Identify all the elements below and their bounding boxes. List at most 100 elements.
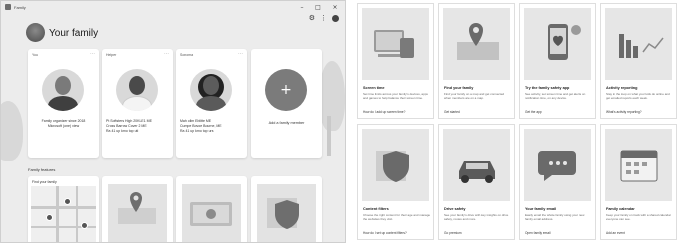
feature-image <box>257 184 316 242</box>
member-photo <box>190 69 232 111</box>
page-title: Your family <box>49 28 99 39</box>
tile-family-calendar[interactable]: Family calendar Keep your family on trac… <box>600 124 677 240</box>
tile-image <box>443 129 510 201</box>
member-detail: Microsoft (one) view <box>47 124 80 128</box>
tile-screen-time[interactable]: Screen time Set time limits across your … <box>357 3 434 119</box>
app-icon <box>5 4 11 10</box>
tile-link[interactable]: Go premium <box>444 231 512 235</box>
feature-card-find-family[interactable]: Find your family <box>28 176 99 242</box>
tile-title: Activity reporting <box>606 86 638 90</box>
account-icon[interactable] <box>332 14 339 22</box>
member-role: Helper <box>106 53 117 57</box>
feature-card-screen[interactable] <box>176 176 247 242</box>
tile-link[interactable]: What's activity reporting? <box>606 110 674 114</box>
toolbar: ⚙ ⋮ <box>309 14 339 22</box>
more-icon[interactable]: ⋯ <box>238 51 243 57</box>
family-avatar <box>26 23 45 42</box>
member-card-you[interactable]: You ⋯ Family organizer since 2018 Micros… <box>28 49 99 158</box>
map-pin-icon[interactable] <box>81 222 88 229</box>
feature-image <box>182 184 241 242</box>
tile-title: Screen time <box>363 86 385 90</box>
tile-image <box>524 129 591 201</box>
tile-title: Your family email <box>525 207 557 211</box>
feature-tiles-panel: Screen time Set time limits across your … <box>354 0 678 243</box>
member-role: Sonoma <box>180 53 194 57</box>
tile-description: Choose the right content for their age a… <box>363 213 431 221</box>
tile-image <box>443 8 510 80</box>
location-pin-icon <box>457 23 499 60</box>
tile-image <box>362 129 429 201</box>
member-line: Ra 41 up kmo top uti <box>106 129 139 133</box>
member-card-sonoma[interactable]: Sonoma ⋯ Mah ollm Eblitte ME Cumpe Bovoe… <box>176 49 247 158</box>
tile-title: Content filters <box>363 207 389 211</box>
tile-link[interactable]: How do I add up screen time? <box>363 110 431 114</box>
shield-icon <box>267 198 299 229</box>
tile-link[interactable]: Add an event <box>606 231 674 235</box>
location-pin-icon <box>118 192 156 224</box>
more-icon[interactable]: ⋮ <box>320 14 327 22</box>
add-member-card[interactable]: + Add a family member <box>251 49 322 158</box>
shield-icon <box>376 151 409 182</box>
member-photo <box>116 69 158 111</box>
map-image <box>31 186 96 242</box>
chat-bubble-icon <box>538 151 576 181</box>
more-icon[interactable]: ⋯ <box>164 51 169 57</box>
tile-description: Easily email the whole family using your… <box>525 213 585 221</box>
member-card-helper[interactable]: Helper ⋯ Pt Softsters High 20KLE1 ME Cro… <box>102 49 173 158</box>
add-member-label: Add a family member <box>268 121 305 125</box>
phone-heart-icon <box>548 24 581 60</box>
member-line: Ra 41 up kmo top urs <box>180 129 214 133</box>
tile-image <box>362 8 429 80</box>
tile-link[interactable]: Open family email <box>525 231 593 235</box>
tile-image <box>605 8 672 80</box>
member-photo <box>42 69 84 111</box>
tree-trunk-decoration <box>327 116 331 156</box>
member-info: Mah ollm Eblitte ME Cumpe Bovoe Bourne, … <box>180 119 243 134</box>
member-info: Pt Softsters High 20KLE1 ME Cross Barrow… <box>106 119 169 134</box>
window-title: Family <box>14 4 26 10</box>
settings-icon[interactable]: ⚙ <box>309 14 315 22</box>
tile-safety-app[interactable]: Try the family safety app See activity, … <box>519 3 596 119</box>
calendar-icon <box>620 150 658 182</box>
tile-family-email[interactable]: Your family email Easily email the whole… <box>519 124 596 240</box>
feature-card-filters[interactable] <box>251 176 322 242</box>
tree-decoration <box>319 61 345 131</box>
feature-label: Find your family <box>32 180 57 184</box>
tile-title: Find your family <box>444 86 474 90</box>
family-app-window: Family – □ × ⚙ ⋮ Your family You ⋯ Famil… <box>0 0 346 243</box>
tile-find-family[interactable]: Find your family Find your family on a m… <box>438 3 515 119</box>
tile-link[interactable]: How do I set up content filters? <box>363 231 431 235</box>
feature-card-location[interactable] <box>102 176 173 242</box>
tile-link[interactable]: Get started <box>444 110 512 114</box>
add-icon[interactable]: + <box>265 69 307 111</box>
tile-drive-safety[interactable]: Drive safety See your family's drive wit… <box>438 124 515 240</box>
map-pin-icon[interactable] <box>46 214 53 221</box>
map-pin-icon[interactable] <box>64 198 71 205</box>
tile-description: See activity, set screen time and get al… <box>525 92 586 100</box>
tree-decoration <box>1 101 23 161</box>
tile-description: Stay in the loop on what your kids do on… <box>606 92 670 100</box>
screen-time-icon <box>190 202 232 226</box>
tile-description: Set time limits across your family's dev… <box>363 92 428 100</box>
feature-image <box>108 184 167 242</box>
tile-description: Find your family on a map and get connec… <box>444 92 505 100</box>
devices-icon <box>374 30 414 58</box>
maximize-icon[interactable]: □ <box>311 1 325 13</box>
tile-link[interactable]: Get the app <box>525 110 593 114</box>
car-icon <box>459 161 495 183</box>
tile-title: Try the family safety app <box>525 86 570 90</box>
tile-image <box>524 8 591 80</box>
minimize-icon[interactable]: – <box>295 1 309 13</box>
tile-title: Family calendar <box>606 207 635 211</box>
tile-title: Drive safety <box>444 207 466 211</box>
tile-content-filters[interactable]: Content filters Choose the right content… <box>357 124 434 240</box>
tile-activity-reporting[interactable]: Activity reporting Stay in the loop on w… <box>600 3 677 119</box>
section-heading: Family features <box>28 167 56 172</box>
member-role: You <box>32 53 38 57</box>
tile-image <box>605 129 672 201</box>
tile-description: See your family's drive with key insight… <box>444 213 509 221</box>
bar-chart-icon <box>619 34 664 58</box>
close-icon[interactable]: × <box>328 1 342 13</box>
tile-description: Keep your family on track with a shared … <box>606 213 671 221</box>
more-icon[interactable]: ⋯ <box>90 51 95 57</box>
